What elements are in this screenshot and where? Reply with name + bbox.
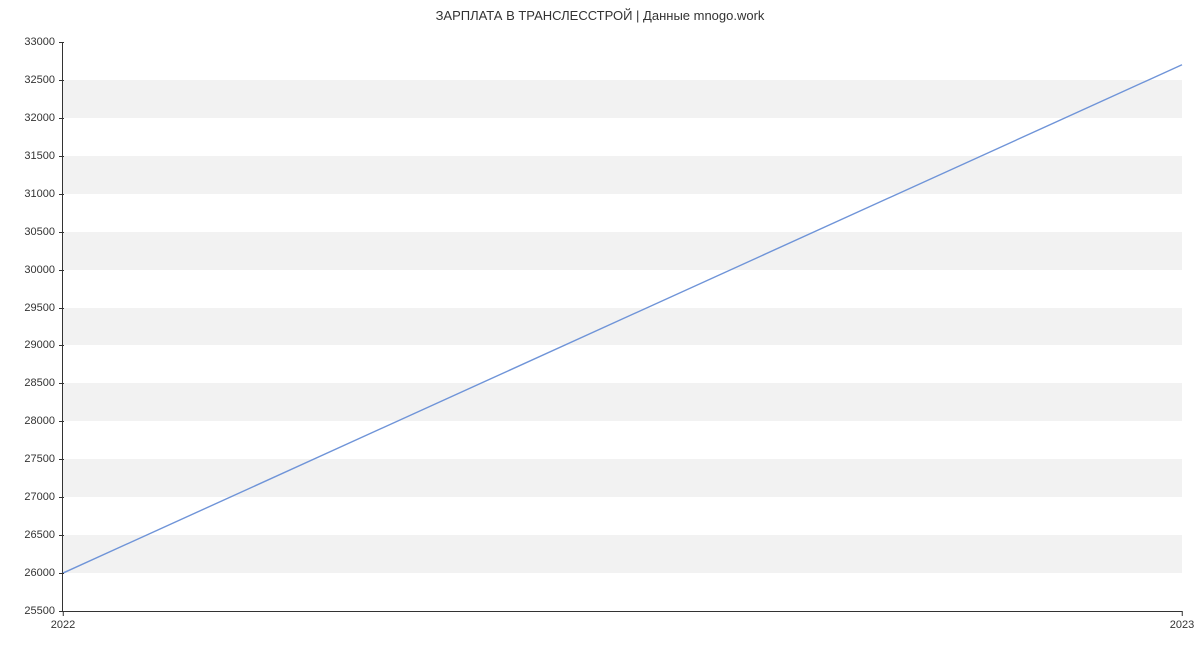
y-tick-label: 31000 xyxy=(24,188,63,200)
y-tick-label: 29500 xyxy=(24,302,63,314)
y-tick-label: 30000 xyxy=(24,264,63,276)
y-tick-label: 31500 xyxy=(24,150,63,162)
y-tick-label: 30500 xyxy=(24,226,63,238)
data-line xyxy=(63,42,1182,611)
y-tick-label: 28500 xyxy=(24,377,63,389)
line-chart: ЗАРПЛАТА В ТРАНСЛЕССТРОЙ | Данные mnogo.… xyxy=(0,0,1200,650)
y-tick-label: 32500 xyxy=(24,74,63,86)
y-tick-label: 32000 xyxy=(24,112,63,124)
series-line xyxy=(63,65,1182,573)
y-tick-label: 29000 xyxy=(24,339,63,351)
y-tick-label: 26500 xyxy=(24,529,63,541)
y-tick-label: 26000 xyxy=(24,567,63,579)
plot-area: 2550026000265002700027500280002850029000… xyxy=(62,42,1182,612)
y-tick-label: 28000 xyxy=(24,415,63,427)
chart-title: ЗАРПЛАТА В ТРАНСЛЕССТРОЙ | Данные mnogo.… xyxy=(0,8,1200,23)
x-tick-label: 2022 xyxy=(51,611,75,631)
y-tick-label: 27000 xyxy=(24,491,63,503)
y-tick-label: 33000 xyxy=(24,36,63,48)
x-tick-label: 2023 xyxy=(1170,611,1194,631)
y-tick-label: 27500 xyxy=(24,453,63,465)
